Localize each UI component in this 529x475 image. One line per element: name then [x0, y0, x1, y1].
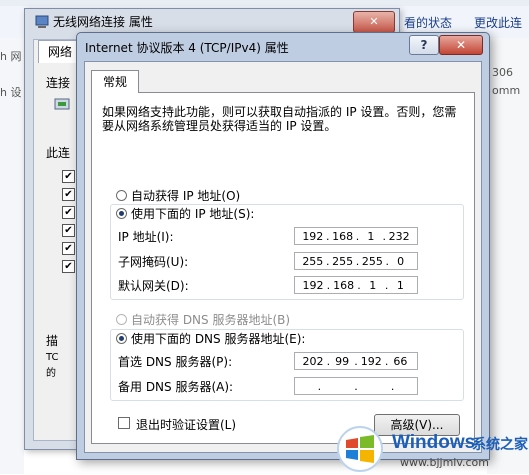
watermark-url: www.bjjmlv.com — [400, 456, 489, 469]
view-status-link[interactable]: 看的状态 — [404, 14, 452, 31]
ipv4-properties-dialog: Internet 协议版本 4 (TCP/IPv4) 属性 ? ✕ 常规 如果网… — [76, 32, 490, 460]
ip-settings-description: 如果网络支持此功能，则可以获取自动指派的 IP 设置。否则，您需要从网络系统管理… — [102, 105, 457, 133]
tab-general[interactable]: 常规 — [91, 70, 139, 93]
alt-dns-dot-3: . — [390, 379, 395, 393]
network-icon — [35, 15, 49, 32]
pref-dns-octet-1: 202 — [302, 354, 324, 368]
ip-address-label: IP 地址(I): — [118, 230, 174, 244]
description-text-2: 的 — [46, 368, 56, 379]
item-checkbox-4[interactable]: ✔ — [62, 224, 75, 237]
adapter-icon — [54, 96, 70, 115]
dialog-title: Internet 协议版本 4 (TCP/IPv4) 属性 — [85, 41, 289, 55]
auto-dns-option[interactable]: 自动获得 DNS 服务器地址(B) — [116, 311, 290, 328]
alt-dns-dot-1: . — [317, 379, 322, 393]
item-checkbox-6[interactable]: ✔ — [62, 260, 75, 273]
mask-octet-3: 255 — [361, 254, 383, 268]
ip-octet-4: 232 — [388, 229, 410, 243]
gateway-octet-4: 1 — [396, 278, 404, 292]
ip-octet-1: 192 — [302, 229, 324, 243]
manual-dns-option[interactable]: 使用下面的 DNS 服务器地址(E): — [116, 330, 308, 347]
description-label: 描 — [46, 334, 59, 348]
gateway-octet-1: 192 — [302, 278, 324, 292]
mask-octet-4: 0 — [397, 254, 405, 268]
auto-dns-radio[interactable] — [116, 314, 127, 325]
general-panel: 如果网络支持此功能，则可以获取自动指派的 IP 设置。否则，您需要从网络系统管理… — [91, 92, 475, 444]
item-checkbox-3[interactable]: ✔ — [62, 206, 75, 219]
description-text-1: TC — [46, 352, 59, 363]
mask-octet-1: 255 — [302, 254, 324, 268]
left-fragment-1: h 网 — [0, 50, 22, 63]
auto-dns-label: 自动获得 DNS 服务器地址(B) — [131, 313, 291, 327]
item-checkbox-2[interactable]: ✔ — [62, 188, 75, 201]
manual-dns-label: 使用下面的 DNS 服务器地址(E): — [131, 332, 306, 346]
manual-dns-radio[interactable] — [116, 333, 127, 344]
close-button[interactable]: ✕ — [439, 35, 483, 55]
connection-dialog-close-button[interactable]: ✕ — [353, 11, 395, 33]
right-fragment-1: 306 — [492, 66, 513, 79]
explorer-left-column — [0, 38, 24, 474]
subnet-mask-label: 子网掩码(U): — [118, 255, 189, 269]
auto-ip-radio[interactable] — [116, 190, 127, 201]
pref-dns-octet-2: 99 — [335, 354, 350, 368]
validate-on-exit-checkbox[interactable] — [118, 417, 130, 429]
items-label: 此连 — [46, 146, 71, 160]
alt-dns-dot-2: . — [354, 379, 358, 393]
connect-using-label: 连接 — [46, 76, 71, 90]
help-button[interactable]: ? — [409, 35, 439, 55]
item-checkbox-1[interactable]: ✔ — [62, 170, 75, 183]
subnet-mask-field[interactable]: 255. 255. 255. 0 — [294, 252, 418, 270]
ip-octet-2: 168 — [332, 229, 354, 243]
gateway-octet-2: 168 — [333, 278, 355, 292]
manual-ip-label: 使用下面的 IP 地址(S): — [131, 207, 255, 221]
auto-ip-label: 自动获得 IP 地址(O) — [131, 189, 241, 203]
ip-address-field[interactable]: 192. 168. 1. 232 — [294, 227, 418, 245]
default-gateway-label: 默认网关(D): — [118, 279, 189, 293]
item-checkbox-5[interactable]: ✔ — [62, 242, 75, 255]
preferred-dns-field[interactable]: 202. 99. 192. 66 — [294, 352, 418, 370]
gateway-octet-3: 1 — [369, 278, 377, 292]
validate-on-exit-label: 退出时验证设置(L) — [136, 418, 237, 432]
manual-ip-radio[interactable] — [116, 208, 127, 219]
auto-ip-option[interactable]: 自动获得 IP 地址(O) — [116, 187, 240, 204]
manual-ip-option[interactable]: 使用下面的 IP 地址(S): — [116, 205, 257, 222]
ip-octet-3: 1 — [367, 229, 375, 243]
dialog-body: 常规 如果网络支持此功能，则可以获取自动指派的 IP 设置。否则，您需要从网络系… — [84, 61, 482, 453]
watermark-brand: Windows — [392, 432, 476, 453]
watermark-subtitle: 系统之家 — [472, 437, 528, 453]
pref-dns-octet-3: 192 — [360, 354, 382, 368]
default-gateway-field[interactable]: 192. 168. 1. 1 — [294, 276, 418, 294]
connection-dialog-title: 无线网络连接 属性 — [53, 15, 153, 29]
alternate-dns-label: 备用 DNS 服务器(A): — [118, 380, 234, 394]
alternate-dns-field[interactable]: . . . — [294, 377, 418, 395]
left-fragment-2: h 设 — [0, 86, 22, 99]
mask-octet-2: 255 — [332, 254, 354, 268]
windows-logo-icon — [332, 426, 388, 475]
right-fragment-2: omm — [492, 84, 521, 97]
pref-dns-octet-4: 66 — [393, 354, 408, 368]
explorer-right-column — [487, 38, 529, 474]
watermark: Windows 系统之家 www.bjjmlv.com — [330, 422, 529, 474]
preferred-dns-label: 首选 DNS 服务器(P): — [118, 355, 233, 369]
